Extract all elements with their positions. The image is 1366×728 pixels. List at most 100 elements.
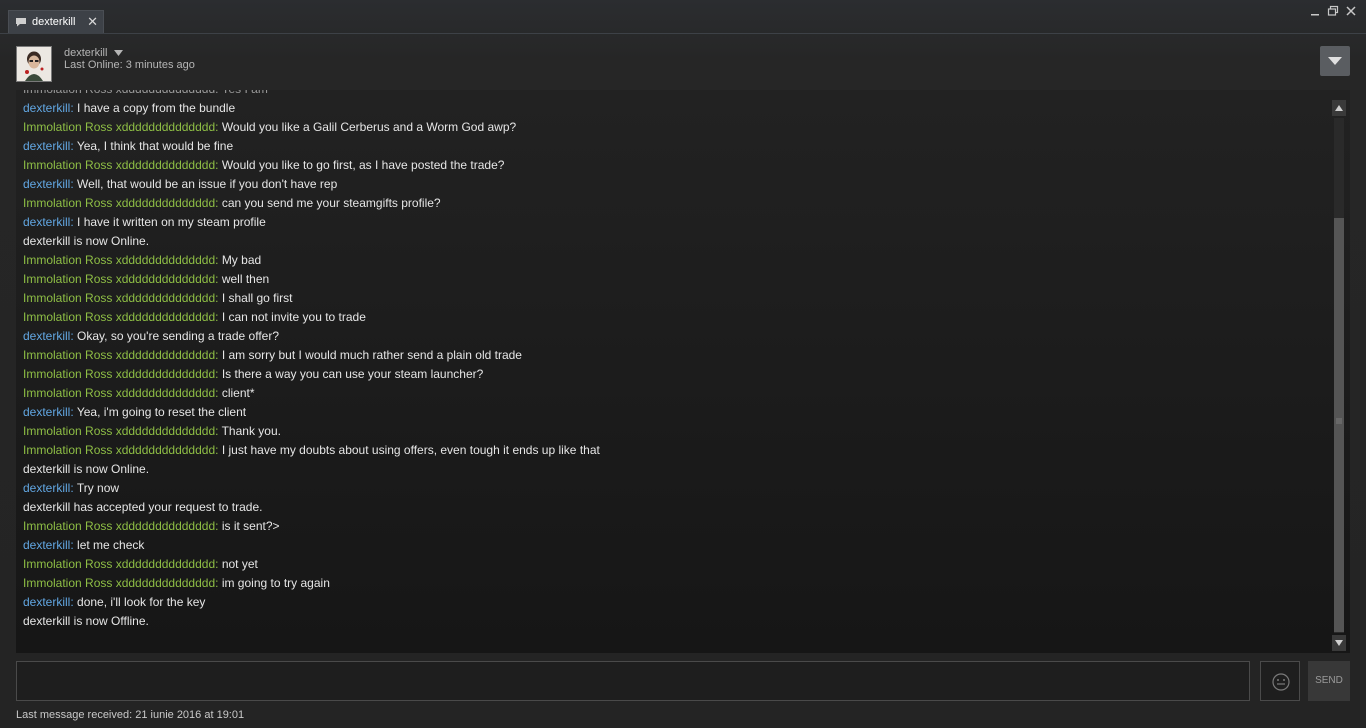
system-message: dexterkill is now Offline. — [23, 612, 1323, 631]
message-text: I have a copy from the bundle — [77, 101, 236, 115]
system-message-text: dexterkill is now Online. — [23, 462, 150, 476]
sender-separator: : — [215, 443, 222, 457]
smiley-icon — [1272, 673, 1290, 691]
tab-bar: dexterkill ✕ — [0, 0, 1366, 34]
self-sender-name: Immolation Ross xdddddddddddddd — [23, 367, 216, 381]
sender-separator: : — [215, 367, 222, 381]
tab-divider — [0, 33, 1366, 34]
self-sender-name: Immolation Ross xdddddddddddddd — [23, 291, 216, 305]
chat-options-button[interactable] — [1320, 46, 1350, 76]
friend-sender-name: dexterkill — [23, 101, 71, 115]
chat-message: dexterkill: Try now — [23, 479, 1323, 498]
sender-separator: : — [215, 576, 222, 590]
friend-sender-name: dexterkill — [23, 481, 71, 495]
tab-close-icon[interactable]: ✕ — [87, 14, 98, 30]
self-sender-name: Immolation Ross xdddddddddddddd — [23, 424, 216, 438]
friend-sender-name: dexterkill — [23, 595, 71, 609]
system-message: dexterkill is now Online. — [23, 232, 1323, 251]
scroll-thumb[interactable] — [1334, 218, 1344, 632]
sender-separator: : — [215, 348, 222, 362]
system-message-text: dexterkill is now Offline. — [23, 614, 149, 628]
grip-icon — [1336, 418, 1342, 424]
chat-message: Immolation Ross xdddddddddddddd: Would y… — [23, 156, 1323, 175]
chat-message: Immolation Ross xdddddddddddddd: not yet — [23, 555, 1323, 574]
chat-window: dexterkill ✕ dexterkill Last Online: 3 m… — [0, 0, 1366, 728]
chat-message: Immolation Ross xdddddddddddddd: well th… — [23, 270, 1323, 289]
sender-separator: : — [215, 557, 222, 571]
self-sender-name: Immolation Ross xdddddddddddddd — [23, 576, 216, 590]
scroll-up-button[interactable] — [1332, 100, 1346, 116]
sender-separator: : — [215, 386, 222, 400]
scroll-down-button[interactable] — [1332, 635, 1346, 651]
message-text: can you send me your steamgifts profile? — [221, 196, 441, 210]
chat-message: dexterkill: Okay, so you're sending a tr… — [23, 327, 1323, 346]
sender-separator: : — [215, 310, 222, 324]
chat-message: Immolation Ross xdddddddddddddd: Thank y… — [23, 422, 1323, 441]
emoticon-button[interactable] — [1260, 661, 1300, 701]
chat-message: dexterkill: Yea, i'm going to reset the … — [23, 403, 1323, 422]
self-sender-name: Immolation Ross xdddddddddddddd — [23, 196, 216, 210]
friend-avatar[interactable] — [16, 46, 52, 82]
self-sender-name: Immolation Ross xdddddddddddddd — [23, 557, 216, 571]
sender-separator: : — [215, 158, 222, 172]
close-window-icon[interactable] — [1344, 4, 1358, 18]
friend-name[interactable]: dexterkill — [64, 47, 107, 59]
message-text: Would you like a Galil Cerberus and a Wo… — [221, 120, 517, 134]
chat-message: Immolation Ross xdddddddddddddd: I am so… — [23, 346, 1323, 365]
message-list: Immolation Ross xdddddddddddddd: Yes I a… — [23, 90, 1323, 631]
message-input[interactable] — [16, 661, 1250, 701]
message-text: client* — [221, 386, 255, 400]
system-message: dexterkill has accepted your request to … — [23, 498, 1323, 517]
tab-dexterkill[interactable]: dexterkill ✕ — [8, 10, 104, 34]
friend-status: Last Online: 3 minutes ago — [64, 59, 195, 71]
system-message: dexterkill is now Online. — [23, 460, 1323, 479]
friend-sender-name: dexterkill — [23, 329, 71, 343]
message-text: Okay, so you're sending a trade offer? — [77, 329, 279, 343]
self-sender-name: Immolation Ross xdddddddddddddd — [23, 519, 216, 533]
avatar-image — [17, 47, 51, 81]
message-text: I just have my doubts about using offers… — [221, 443, 600, 457]
chat-message: Immolation Ross xdddddddddddddd: is it s… — [23, 517, 1323, 536]
sender-separator: : — [215, 120, 222, 134]
message-text: My bad — [221, 253, 262, 267]
restore-icon[interactable] — [1326, 4, 1340, 18]
message-text: Try now — [76, 481, 120, 495]
arrow-up-icon — [1335, 105, 1343, 111]
self-sender-name: Immolation Ross xdddddddddddddd — [23, 120, 216, 134]
chat-message: dexterkill: I have it written on my stea… — [23, 213, 1323, 232]
chat-bubble-icon — [16, 18, 26, 27]
message-text: I can not invite you to trade — [221, 310, 366, 324]
sender-separator: : — [215, 272, 222, 286]
friend-sender-name: dexterkill — [23, 215, 71, 229]
chat-message: Immolation Ross xdddddddddddddd: im goin… — [23, 574, 1323, 593]
message-text: Would you like to go first, as I have po… — [221, 158, 505, 172]
minimize-icon[interactable] — [1308, 4, 1322, 18]
chat-message: Immolation Ross xdddddddddddddd: I can n… — [23, 308, 1323, 327]
message-text: Yea, i'm going to reset the client — [76, 405, 247, 419]
chat-message: Immolation Ross xdddddddddddddd: Is ther… — [23, 365, 1323, 384]
self-sender-name: Immolation Ross xdddddddddddddd — [23, 386, 216, 400]
message-text: I am sorry but I would much rather send … — [221, 348, 522, 362]
message-text: is it sent?> — [221, 519, 280, 533]
tab-label: dexterkill — [32, 16, 76, 28]
friend-sender-name: dexterkill — [23, 177, 71, 191]
message-text: I shall go first — [221, 291, 293, 305]
chat-message: Immolation Ross xdddddddddddddd: Would y… — [23, 118, 1323, 137]
chat-message: dexterkill: Yea, I think that would be f… — [23, 137, 1323, 156]
message-text: done, i'll look for the key — [77, 595, 206, 609]
send-button[interactable]: SEND — [1308, 661, 1350, 701]
self-sender-name: Immolation Ross xdddddddddddddd — [23, 348, 216, 362]
message-text: Thank you. — [221, 424, 281, 438]
chat-message: Immolation Ross xdddddddddddddd: I shall… — [23, 289, 1323, 308]
friend-sender-name: dexterkill — [23, 405, 71, 419]
chat-message: dexterkill: I have a copy from the bundl… — [23, 99, 1323, 118]
chevron-down-icon[interactable] — [114, 50, 123, 56]
last-message-status: Last message received: 21 iunie 2016 at … — [16, 709, 245, 721]
friend-sender-name: dexterkill — [23, 538, 71, 552]
self-sender-name: Immolation Ross xdddddddddddddd — [23, 443, 216, 457]
chat-scrollbar[interactable] — [1332, 100, 1346, 651]
sender-separator: : — [215, 519, 222, 533]
message-text: I have it written on my steam profile — [77, 215, 266, 229]
sender-separator: : — [215, 291, 222, 305]
message-text: im going to try again — [221, 576, 330, 590]
